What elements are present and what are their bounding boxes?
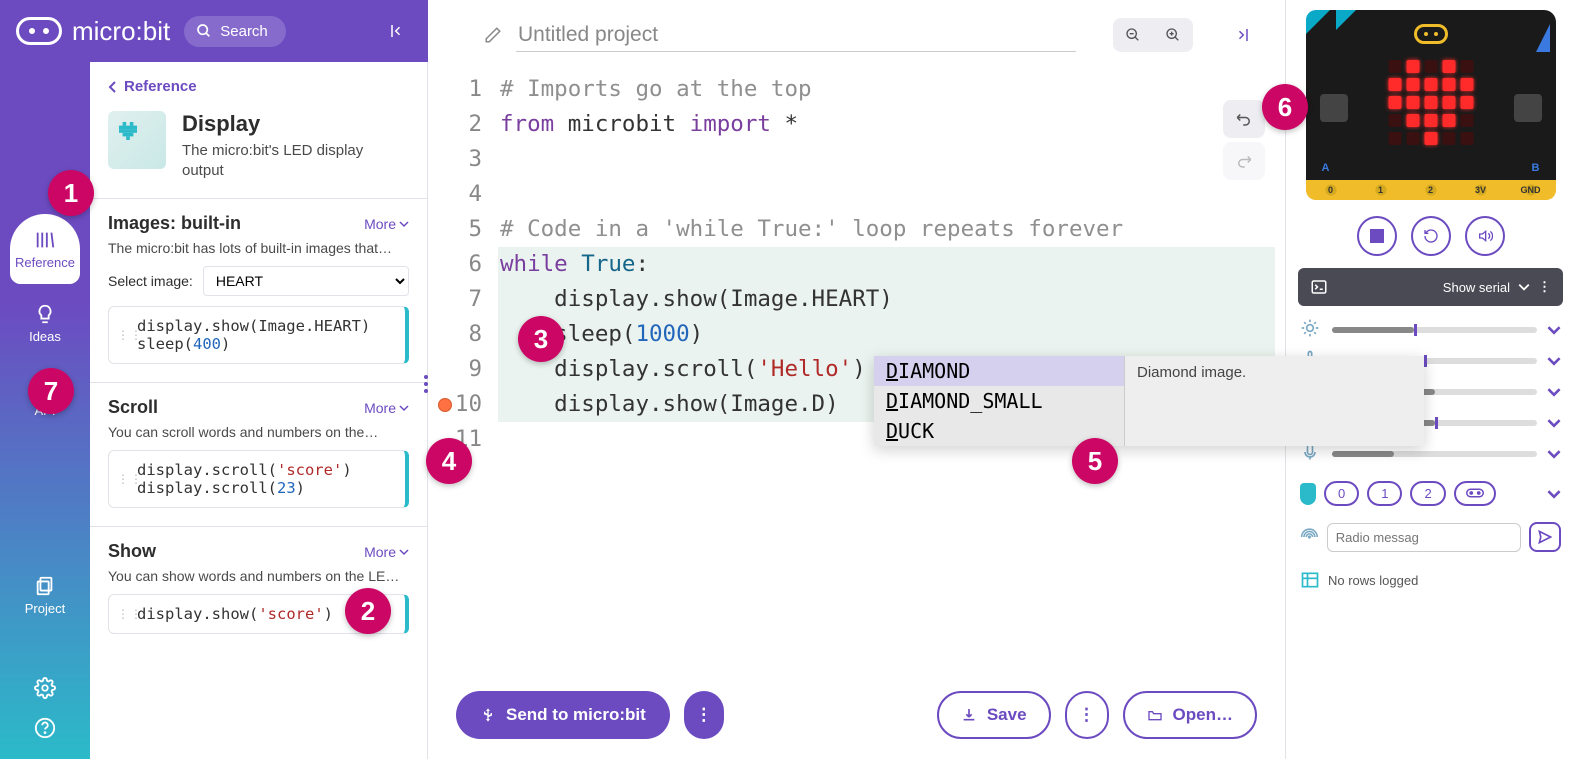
folder-icon	[1147, 707, 1163, 723]
panel-resize-handle[interactable]	[424, 375, 434, 393]
brand-logo-icon	[16, 17, 62, 45]
annotation-4: 4	[426, 438, 472, 484]
terminal-icon	[1310, 278, 1328, 296]
pin-touch-row: 0 1 2	[1298, 477, 1563, 510]
zoom-in-button[interactable]	[1153, 18, 1193, 52]
annotation-2: 2	[345, 588, 391, 634]
usb-icon	[480, 707, 496, 723]
help-icon[interactable]	[34, 717, 56, 739]
search-icon	[196, 23, 212, 39]
radio-send-button[interactable]	[1529, 522, 1561, 552]
drag-handle-icon[interactable]: ⋮⋮	[117, 472, 143, 486]
topic-header: Display The micro:bit's LED display outp…	[90, 105, 427, 199]
select-image-dropdown[interactable]: HEART	[203, 266, 409, 296]
send-menu-button[interactable]: ⋮	[684, 691, 724, 739]
annotation-6: 6	[1262, 84, 1308, 130]
button-a[interactable]	[1320, 94, 1348, 122]
led-matrix	[1388, 60, 1473, 145]
code-snippet[interactable]: ⋮⋮ display.show(Image.HEART)sleep(400)	[108, 306, 409, 364]
stop-button[interactable]	[1357, 216, 1397, 256]
topic-subtitle: The micro:bit's LED display output	[182, 141, 409, 180]
touch-logo-icon[interactable]	[1300, 483, 1316, 505]
collapse-sidebar-button[interactable]	[384, 17, 412, 45]
brand-name: micro:bit	[72, 16, 170, 47]
settings-icon[interactable]	[34, 677, 56, 699]
chevron-down-icon[interactable]	[1547, 447, 1561, 461]
drag-handle-icon[interactable]: ⋮⋮	[117, 328, 143, 342]
nav-reference[interactable]: Reference	[10, 214, 80, 284]
autocomplete-popup: DIAMONDDIAMOND_SMALLDUCK Diamond image.	[874, 356, 1424, 446]
drag-handle-icon[interactable]: ⋮⋮	[117, 607, 143, 621]
back-to-reference[interactable]: Reference	[90, 62, 427, 105]
show-serial-toggle[interactable]: Show serial ⋮	[1298, 268, 1563, 306]
more-link[interactable]: More	[364, 400, 409, 416]
chevron-down-icon	[399, 219, 409, 229]
chevron-left-icon	[108, 81, 118, 93]
download-icon	[961, 707, 977, 723]
section-images-builtin: Images: built-in More The micro:bit has …	[90, 199, 427, 383]
autocomplete-item[interactable]: DIAMOND	[874, 356, 1124, 386]
search-button[interactable]: Search	[184, 16, 286, 47]
pin-2-button[interactable]: 2	[1410, 481, 1445, 506]
brand-logo: micro:bit	[16, 16, 170, 47]
chevron-down-icon[interactable]	[1547, 323, 1561, 337]
select-image-label: Select image:	[108, 273, 193, 289]
section-scroll: Scroll More You can scroll words and num…	[90, 383, 427, 527]
sensor-light-row[interactable]	[1298, 314, 1563, 345]
sensor-slider[interactable]	[1332, 327, 1537, 333]
code-snippet[interactable]: ⋮⋮ display.scroll('score')display.scroll…	[108, 450, 409, 508]
pin-logo-button[interactable]	[1454, 481, 1496, 506]
device-face-icon	[1414, 24, 1448, 44]
data-log-row[interactable]: No rows logged	[1298, 564, 1563, 596]
sensor-slider[interactable]	[1332, 451, 1537, 457]
annotation-5: 5	[1072, 438, 1118, 484]
pin-0-button[interactable]: 0	[1324, 481, 1359, 506]
display-topic-icon	[108, 111, 166, 169]
reference-panel: Reference Display The micro:bit's LED di…	[90, 0, 428, 759]
pin-1-button[interactable]: 1	[1367, 481, 1402, 506]
table-icon	[1300, 570, 1320, 590]
edge-connector: 0123VGND	[1306, 180, 1556, 200]
chevron-down-icon[interactable]	[1547, 354, 1561, 368]
restart-button[interactable]	[1411, 216, 1451, 256]
app-header: micro:bit Search	[0, 0, 428, 62]
radio-message-input[interactable]	[1327, 523, 1521, 552]
save-menu-button[interactable]: ⋮	[1065, 691, 1109, 739]
edit-icon[interactable]	[484, 26, 502, 44]
light-icon	[1300, 318, 1322, 341]
chevron-down-icon	[399, 547, 409, 557]
radio-row	[1298, 518, 1563, 556]
chevron-down-icon[interactable]	[1547, 385, 1561, 399]
zoom-out-button[interactable]	[1113, 18, 1153, 52]
more-link[interactable]: More	[364, 544, 409, 560]
save-button[interactable]: Save	[937, 691, 1051, 739]
more-link[interactable]: More	[364, 216, 409, 232]
topic-title: Display	[182, 111, 409, 137]
button-b[interactable]	[1514, 94, 1542, 122]
mute-button[interactable]	[1465, 216, 1505, 256]
chevron-down-icon[interactable]	[1547, 487, 1561, 501]
editor-panel: 1234567891011 # Imports go at the topfro…	[428, 0, 1285, 759]
chevron-down-icon	[399, 403, 409, 413]
radio-icon	[1300, 527, 1319, 547]
chevron-down-icon	[1518, 281, 1530, 293]
annotation-7: 7	[28, 368, 74, 414]
send-to-microbit-button[interactable]: Send to micro:bit	[456, 691, 670, 739]
chevron-down-icon[interactable]	[1547, 416, 1561, 430]
nav-project[interactable]: Project	[10, 560, 80, 630]
nav-ideas[interactable]: Ideas	[10, 288, 80, 358]
editor-toolbar: Send to micro:bit ⋮ Save ⋮ Open…	[428, 675, 1285, 759]
annotation-1: 1	[48, 170, 94, 216]
autocomplete-item[interactable]: DIAMOND_SMALL	[874, 386, 1124, 416]
project-name-input[interactable]	[516, 19, 1076, 52]
annotation-3: 3	[518, 316, 564, 362]
open-button[interactable]: Open…	[1123, 691, 1257, 739]
zoom-controls	[1113, 18, 1193, 52]
microbit-device[interactable]: AB 0123VGND	[1306, 10, 1556, 200]
autocomplete-doc: Diamond image.	[1124, 356, 1424, 446]
expand-simulator-button[interactable]	[1221, 18, 1261, 52]
